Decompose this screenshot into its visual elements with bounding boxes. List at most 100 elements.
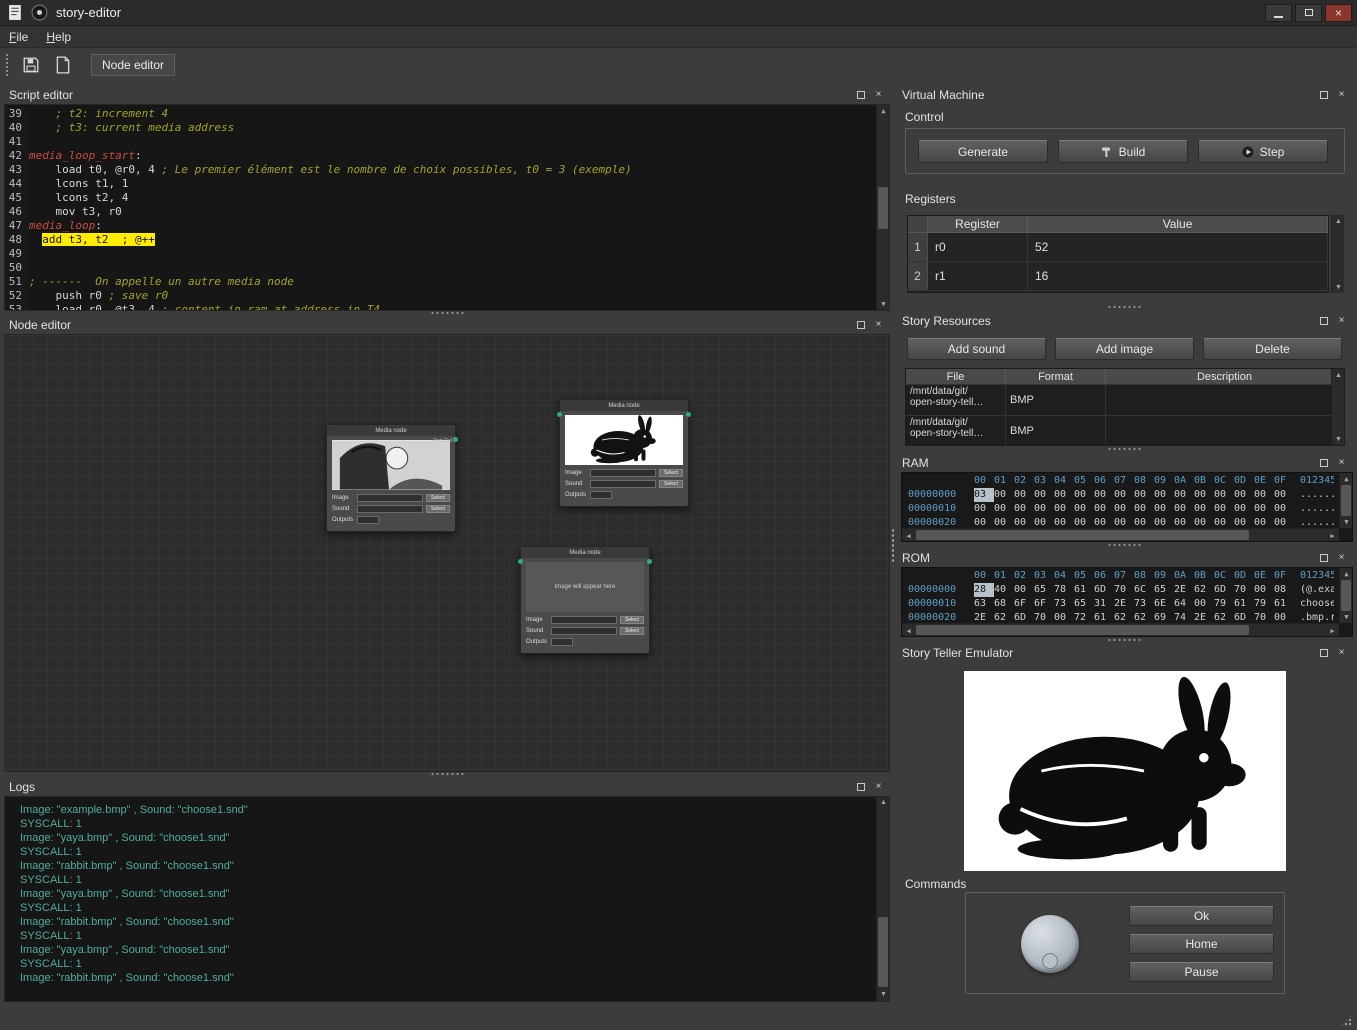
hex-byte[interactable]: 31 xyxy=(1094,597,1114,611)
window-titlebar[interactable]: story-editor × xyxy=(0,0,1357,26)
hex-byte[interactable]: 62 xyxy=(1194,583,1214,597)
hex-byte[interactable]: 00 xyxy=(1194,502,1214,516)
sound-combo[interactable] xyxy=(590,480,656,488)
menu-file[interactable]: File xyxy=(0,28,37,46)
output-port-dot[interactable] xyxy=(453,437,458,442)
node-titlebar[interactable]: Media node xyxy=(521,547,649,558)
hex-byte[interactable]: 6E xyxy=(1154,597,1174,611)
home-button[interactable]: Home xyxy=(1129,934,1274,954)
toolbar-grip[interactable] xyxy=(6,54,9,76)
hex-row[interactable]: 0000001000000000000000000000000000000000… xyxy=(902,502,1352,516)
hex-byte[interactable]: 03 xyxy=(974,488,994,502)
outputs-spinner[interactable] xyxy=(357,516,379,524)
story-resources-titlebar[interactable]: Story Resources × xyxy=(897,312,1353,330)
media-node-2[interactable]: Media node ImageSelect SoundSelect Outpu… xyxy=(559,399,689,507)
log-scrollbar[interactable]: ▲ ▼ xyxy=(876,797,889,1001)
sound-combo[interactable] xyxy=(357,505,423,513)
output-port-dot[interactable] xyxy=(686,412,691,417)
hex-byte[interactable]: 64 xyxy=(1174,597,1194,611)
rom-titlebar[interactable]: ROM × xyxy=(897,549,1353,567)
rom-hex-view[interactable]: 000102030405060708090A0B0C0D0E0F01234567… xyxy=(901,567,1353,637)
ram-hex-view[interactable]: 000102030405060708090A0B0C0D0E0F01234567… xyxy=(901,472,1353,542)
generate-button[interactable]: Generate xyxy=(918,140,1048,163)
close-panel-icon[interactable]: × xyxy=(872,89,885,102)
outputs-spinner[interactable] xyxy=(590,491,612,499)
hex-byte[interactable]: 00 xyxy=(1274,488,1294,502)
hex-byte[interactable]: 63 xyxy=(974,597,994,611)
hex-byte[interactable]: 6D xyxy=(1094,583,1114,597)
hex-byte[interactable]: 2E xyxy=(1174,583,1194,597)
hex-byte[interactable]: 68 xyxy=(994,597,1014,611)
hex-byte[interactable]: 00 xyxy=(1034,488,1054,502)
scroll-up-icon[interactable]: ▲ xyxy=(877,797,890,809)
scroll-left-icon[interactable]: ◀ xyxy=(902,529,915,542)
image-combo[interactable] xyxy=(590,469,656,477)
hex-byte[interactable]: 65 xyxy=(1074,597,1094,611)
hex-byte[interactable]: 79 xyxy=(1254,597,1274,611)
hex-byte[interactable]: 00 xyxy=(1254,583,1274,597)
hex-byte[interactable]: 00 xyxy=(974,502,994,516)
register-row[interactable]: 1 r0 52 xyxy=(908,233,1328,262)
hex-byte[interactable]: 00 xyxy=(1234,488,1254,502)
hex-byte[interactable]: 61 xyxy=(1274,597,1294,611)
close-panel-icon[interactable]: × xyxy=(1335,89,1348,102)
hex-byte[interactable]: 79 xyxy=(1214,597,1234,611)
float-panel-icon[interactable] xyxy=(1317,647,1330,660)
register-value-cell[interactable]: 52 xyxy=(1028,233,1328,262)
register-row[interactable]: 2 r1 16 xyxy=(908,262,1328,291)
hex-byte[interactable]: 6C xyxy=(1134,583,1154,597)
scroll-down-icon[interactable]: ▼ xyxy=(877,989,890,1001)
log-view[interactable]: Image: "example.bmp" , Sound: "choose1.s… xyxy=(4,796,890,1002)
hex-byte[interactable]: 08 xyxy=(1274,583,1294,597)
hex-byte[interactable]: 73 xyxy=(1134,597,1154,611)
scroll-left-icon[interactable]: ◀ xyxy=(902,624,915,637)
step-button[interactable]: Step xyxy=(1198,140,1328,163)
output-port-dot[interactable] xyxy=(647,559,652,564)
file-cell[interactable]: /mnt/data/git/ open-story-tell… xyxy=(906,385,1006,415)
scroll-right-icon[interactable]: ▶ xyxy=(1326,624,1339,637)
format-column-header[interactable]: Format xyxy=(1006,369,1106,384)
image-combo[interactable] xyxy=(551,616,617,624)
hex-row[interactable]: 0000000003000000000000000000000000000000… xyxy=(902,488,1352,502)
node-titlebar[interactable]: Media node xyxy=(327,425,455,436)
node-editor-titlebar[interactable]: Node editor × xyxy=(4,316,890,334)
splitter-handle[interactable] xyxy=(430,311,466,315)
media-node-3[interactable]: Media node Image will appear here ImageS… xyxy=(520,546,650,654)
float-panel-icon[interactable] xyxy=(854,319,867,332)
image-combo[interactable] xyxy=(357,494,423,502)
hex-byte[interactable]: 00 xyxy=(1014,583,1034,597)
resources-table[interactable]: File Format Description /mnt/data/git/ o… xyxy=(905,368,1345,446)
ram-hscrollbar[interactable]: ◀ ▶ xyxy=(902,528,1339,541)
scroll-up-icon[interactable]: ▲ xyxy=(877,105,890,117)
close-panel-icon[interactable]: × xyxy=(1335,552,1348,565)
save-button[interactable] xyxy=(17,52,45,78)
pause-button[interactable]: Pause xyxy=(1129,962,1274,982)
hex-byte[interactable]: 00 xyxy=(1134,488,1154,502)
hex-byte[interactable]: 00 xyxy=(1234,502,1254,516)
description-cell[interactable] xyxy=(1106,416,1344,446)
hex-byte[interactable]: 70 xyxy=(1114,583,1134,597)
hex-byte[interactable]: 00 xyxy=(1114,488,1134,502)
file-column-header[interactable]: File xyxy=(906,369,1006,384)
script-editor-titlebar[interactable]: Script editor × xyxy=(4,86,890,104)
sound-combo[interactable] xyxy=(551,627,617,635)
float-panel-icon[interactable] xyxy=(1317,457,1330,470)
hex-byte[interactable]: 73 xyxy=(1054,597,1074,611)
hex-byte[interactable]: 00 xyxy=(1134,502,1154,516)
minimize-icon[interactable] xyxy=(1265,4,1292,22)
hex-byte[interactable]: 00 xyxy=(1254,488,1274,502)
registers-table[interactable]: Register Value 1 r0 52 2 r1 16 xyxy=(907,215,1329,293)
scroll-down-icon[interactable]: ▼ xyxy=(1332,433,1345,445)
hex-byte[interactable]: 00 xyxy=(1214,502,1234,516)
scroll-up-icon[interactable]: ▲ xyxy=(1340,473,1353,485)
media-node-1[interactable]: Media node Port Out ImageSelect SoundSel… xyxy=(326,424,456,532)
register-value-cell[interactable]: 16 xyxy=(1028,262,1328,291)
hex-row[interactable]: 0000001063686F6F7365312E736E640079617961… xyxy=(902,597,1352,611)
register-name-cell[interactable]: r0 xyxy=(928,233,1028,262)
scroll-down-icon[interactable]: ▼ xyxy=(1332,281,1345,293)
scroll-down-icon[interactable]: ▼ xyxy=(877,298,890,310)
outputs-spinner[interactable] xyxy=(551,638,573,646)
ram-vscrollbar[interactable]: ▲ ▼ xyxy=(1339,473,1352,528)
rom-hscrollbar[interactable]: ◀ ▶ xyxy=(902,623,1339,636)
hex-byte[interactable]: 78 xyxy=(1054,583,1074,597)
